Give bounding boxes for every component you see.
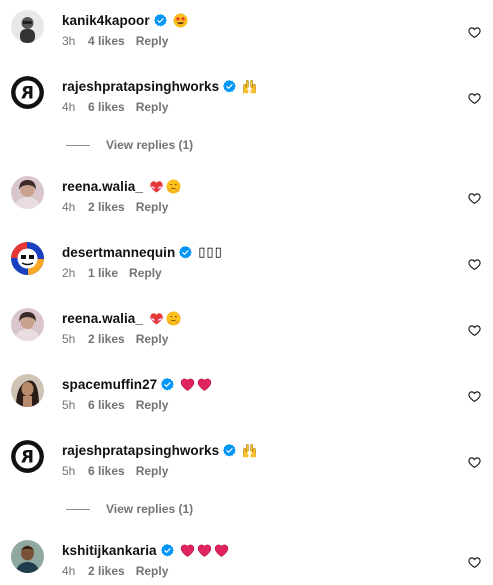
comment: reena.walia_ 5h 2 likes Reply [0,307,493,353]
comment-time: 4h [62,564,76,578]
avatar[interactable] [11,242,44,275]
comment-time: 2h [62,266,76,280]
verified-badge-icon [223,443,236,457]
verified-badge-icon [223,79,236,93]
reply-button[interactable]: Reply [136,100,169,114]
comment: kanik4kapoor 3h 4 likes Reply [0,9,493,55]
comment: kshitijkankaria 4h 2 likes Reply [0,539,493,585]
avatar[interactable] [11,176,44,209]
like-heart-icon[interactable] [468,456,481,469]
comment: R rajeshpratapsinghworks 5h 6 likes Repl… [0,439,493,485]
comment: spacemuffin27 5h 6 likes Reply [0,373,493,419]
username[interactable]: rajeshpratapsinghworks [62,79,219,94]
username[interactable]: kanik4kapoor [62,13,150,28]
hugging-face-emoji-icon [166,179,181,193]
avatar[interactable] [11,374,44,407]
heart-with-ribbon-emoji-icon [149,312,164,324]
red-heart-emoji-icon [198,378,212,391]
reply-button[interactable]: Reply [136,34,169,48]
like-heart-icon[interactable] [468,258,481,271]
verified-badge-icon [160,543,174,557]
avatar[interactable]: R [11,440,44,473]
like-heart-icon[interactable] [468,324,481,337]
comment-time: 3h [62,34,76,48]
red-heart-emoji-icon [180,544,194,557]
username[interactable]: desertmannequin [62,245,175,260]
comment-text [180,377,212,392]
reply-button[interactable]: Reply [136,332,169,346]
view-replies-divider [66,508,90,510]
likes-count[interactable]: 4 likes [88,34,125,48]
svg-text:R: R [21,84,34,104]
reply-button[interactable]: Reply [136,200,169,214]
like-heart-icon[interactable] [468,92,481,105]
reply-button[interactable]: Reply [136,464,169,478]
verified-badge-icon [161,377,174,391]
avatar[interactable]: R [11,76,44,109]
hugging-face-emoji-icon [166,311,181,325]
avatar[interactable] [11,540,44,573]
verified-badge-icon [179,245,193,259]
like-heart-icon[interactable] [468,26,481,39]
reply-button[interactable]: Reply [136,564,169,578]
likes-count[interactable]: 2 likes [88,332,125,346]
raised-hands-emoji-icon [243,443,256,457]
verified-badge-icon [153,13,167,27]
likes-count[interactable]: 1 like [88,266,118,280]
username[interactable]: spacemuffin27 [62,377,157,392]
comment-time: 5h [62,398,76,412]
like-heart-icon[interactable] [468,390,481,403]
view-replies-label: View replies (1) [106,138,194,152]
comment-time: 5h [62,464,76,478]
like-heart-icon[interactable] [468,192,481,205]
comment-time: 4h [62,100,76,114]
username[interactable]: kshitijkankaria [62,543,157,558]
raised-hands-emoji-icon [243,79,256,93]
comment-text: ▯▯▯ [198,244,223,259]
like-heart-icon[interactable] [468,556,481,569]
heart-with-ribbon-emoji-icon [149,180,164,192]
reply-button[interactable]: Reply [136,398,169,412]
view-replies-divider [66,144,90,146]
view-replies-button[interactable]: View replies (1) [66,501,193,517]
comment-text [242,443,257,458]
comment-text [149,311,181,326]
comment-text [149,179,181,194]
comment-text [173,13,188,28]
star-struck-emoji-icon [173,13,188,27]
username[interactable]: reena.walia_ [62,311,143,326]
comment-list: kanik4kapoor 3h 4 likes Reply R rajeshpr… [0,0,493,578]
comment-text [242,79,257,94]
username[interactable]: reena.walia_ [62,179,143,194]
likes-count[interactable]: 6 likes [88,398,125,412]
svg-text:R: R [21,448,34,468]
red-heart-emoji-icon [214,544,228,557]
avatar[interactable] [11,308,44,341]
comment-text [180,543,229,558]
reply-button[interactable]: Reply [129,266,162,280]
comment-time: 4h [62,200,76,214]
likes-count[interactable]: 2 likes [88,200,125,214]
username[interactable]: rajeshpratapsinghworks [62,443,219,458]
red-heart-emoji-icon [197,544,211,557]
comment: reena.walia_ 4h 2 likes Reply [0,175,493,221]
comment-time: 5h [62,332,76,346]
red-heart-emoji-icon [181,378,195,391]
likes-count[interactable]: 6 likes [88,464,125,478]
likes-count[interactable]: 6 likes [88,100,125,114]
view-replies-button[interactable]: View replies (1) [66,137,193,153]
comment: desertmannequin ▯▯▯ 2h 1 like Reply [0,241,493,287]
comment: R rajeshpratapsinghworks 4h 6 likes Repl… [0,75,493,121]
avatar[interactable] [11,10,44,43]
view-replies-label: View replies (1) [106,502,194,516]
likes-count[interactable]: 2 likes [88,564,125,578]
